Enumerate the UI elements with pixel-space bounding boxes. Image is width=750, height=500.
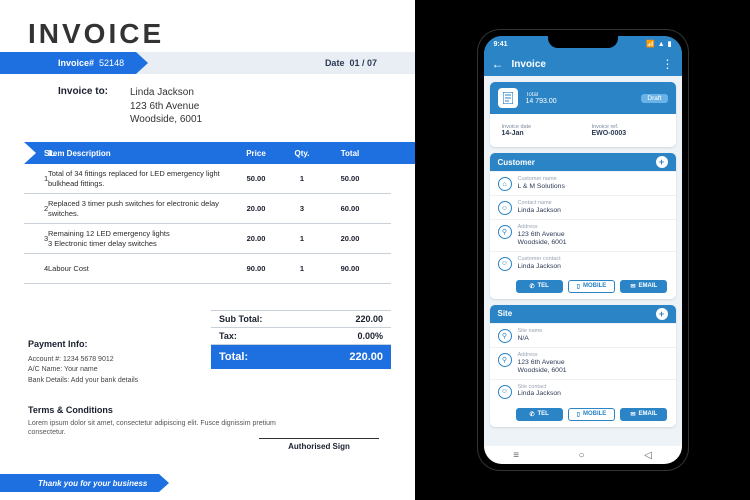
signal-icon: 📶 — [646, 40, 655, 48]
mobile-icon: ▯ — [577, 411, 580, 418]
items-header: SL. Item Description Price Qty. Total — [0, 142, 415, 164]
person-icon: ☺ — [498, 385, 512, 399]
android-nav-bar: ≡ ○ ◁ — [484, 446, 682, 464]
invoice-to-label: Invoice to: — [58, 86, 108, 97]
building-icon: ⌂ — [498, 177, 512, 191]
col-price: Price — [230, 149, 282, 158]
envelope-icon: ✉ — [630, 411, 635, 418]
total-amount: 14 793.00 — [526, 98, 557, 105]
payment-title: Payment Info: — [28, 338, 138, 352]
table-row: 2Replaced 3 timer push switches for elec… — [24, 194, 391, 224]
invoice-number: 52148 — [99, 58, 124, 68]
invoice-to-block: Invoice to: Linda Jackson 123 6th Avenue… — [58, 86, 108, 97]
invoice-ref-field[interactable]: Invoice ref.EWO-0003 — [586, 120, 670, 141]
phone-icon: ✆ — [529, 283, 534, 290]
document-icon — [498, 88, 518, 108]
table-row: 3Remaining 12 LED emergency lights 3 Ele… — [24, 224, 391, 254]
status-time: 9:41 — [494, 41, 508, 48]
envelope-icon: ✉ — [630, 283, 635, 290]
date-label: Date — [325, 58, 345, 68]
add-customer-button[interactable]: + — [656, 156, 668, 168]
site-card: Site + ⚲Site nameN/A ⚲Address123 6th Aven… — [490, 305, 676, 427]
tax-value: 0.00% — [357, 331, 383, 341]
app-bar: ← Invoice ⋮ — [484, 52, 682, 76]
total-value: 220.00 — [349, 351, 383, 363]
wifi-icon: ▲ — [658, 41, 665, 48]
terms-body: Lorem ipsum dolor sit amet, consectetur … — [28, 419, 278, 439]
customer-card: Customer+ ⌂Customer nameL & M Solutions … — [490, 153, 676, 299]
customer-title: Customer — [498, 158, 535, 167]
summary-block: Sub Total: 220.00 Tax: 0.00% Total: 220.00 — [211, 310, 391, 369]
items-rows: 1Total of 34 fittings replaced for LED e… — [24, 164, 391, 284]
table-row: 4Labour Cost90.00190.00 — [24, 254, 391, 284]
person-icon: ☺ — [498, 257, 512, 271]
add-site-button[interactable]: + — [656, 308, 668, 320]
invoice-ribbon: Invoice# 52148 Date 01 / 07 — [0, 52, 415, 74]
authorised-sign-label: Authorised Sign — [259, 438, 379, 451]
col-qty: Qty. — [282, 149, 322, 158]
person-icon: ☺ — [498, 201, 512, 215]
pin-icon: ⚲ — [498, 329, 512, 343]
thank-you-ribbon: Thank you for your business — [0, 474, 169, 492]
site-name-field[interactable]: ⚲Site nameN/A — [490, 323, 676, 347]
invoice-number-label: Invoice# — [58, 58, 94, 68]
terms-block: Terms & Conditions Lorem ipsum dolor sit… — [28, 404, 278, 438]
phone-icon: ✆ — [529, 411, 534, 418]
invoice-date-field[interactable]: Invoice date14-Jan — [496, 120, 580, 141]
nav-back-icon[interactable]: ◁ — [644, 450, 652, 461]
mobile-button[interactable]: ▯MOBILE — [568, 408, 615, 421]
status-badge: Draft — [641, 94, 667, 103]
summary-card: Total 14 793.00 Draft Invoice date14-Jan… — [490, 82, 676, 147]
col-sl: SL. — [0, 149, 48, 158]
invoice-document: INVOICE Invoice# 52148 Date 01 / 07 Invo… — [0, 0, 415, 500]
tel-button[interactable]: ✆TEL — [516, 280, 563, 293]
payment-info: Payment Info: Account #: 1234 5678 9012 … — [28, 338, 138, 386]
site-contact-field[interactable]: ☺Site contactLinda Jackson — [490, 379, 676, 403]
address-field[interactable]: ⚲Address123 6th Avenue Woodside, 6001 — [490, 219, 676, 251]
back-icon[interactable]: ← — [492, 57, 504, 71]
mobile-icon: ▯ — [577, 283, 580, 290]
invoice-to-addr2: Woodside, 6001 — [130, 113, 270, 127]
col-total: Total — [322, 149, 378, 158]
subtotal-value: 220.00 — [355, 314, 383, 324]
tel-button[interactable]: ✆TEL — [516, 408, 563, 421]
email-button[interactable]: ✉EMAIL — [620, 280, 667, 293]
table-row: 1Total of 34 fittings replaced for LED e… — [24, 164, 391, 194]
pin-icon: ⚲ — [498, 225, 512, 239]
subtotal-label: Sub Total: — [219, 314, 262, 324]
customer-contact-field[interactable]: ☺Customer contactLinda Jackson — [490, 251, 676, 275]
nav-recents-icon[interactable]: ≡ — [513, 450, 519, 461]
total-label: Total: — [219, 351, 248, 363]
invoice-title: INVOICE — [0, 0, 415, 58]
total-label: Total — [526, 92, 557, 98]
invoice-to-name: Linda Jackson — [130, 86, 270, 100]
battery-icon: ▮ — [668, 40, 672, 48]
site-title: Site — [498, 309, 513, 318]
phone-backdrop: 9:41 📶 ▲ ▮ ← Invoice ⋮ Total — [415, 0, 750, 500]
screen-title: Invoice — [512, 59, 546, 70]
nav-home-icon[interactable]: ○ — [579, 450, 585, 461]
screen-content[interactable]: Total 14 793.00 Draft Invoice date14-Jan… — [484, 76, 682, 446]
phone-frame: 9:41 📶 ▲ ▮ ← Invoice ⋮ Total — [478, 30, 688, 470]
email-button[interactable]: ✉EMAIL — [620, 408, 667, 421]
date-value: 01 / 07 — [349, 58, 377, 68]
site-address-field[interactable]: ⚲Address123 6th Avenue Woodside, 6001 — [490, 347, 676, 379]
contact-name-field[interactable]: ☺Contact nameLinda Jackson — [490, 195, 676, 219]
mobile-button[interactable]: ▯MOBILE — [568, 280, 615, 293]
pin-icon: ⚲ — [498, 353, 512, 367]
terms-title: Terms & Conditions — [28, 404, 278, 417]
phone-notch — [548, 36, 618, 48]
customer-name-field[interactable]: ⌂Customer nameL & M Solutions — [490, 171, 676, 195]
phone-screen: 9:41 📶 ▲ ▮ ← Invoice ⋮ Total — [484, 36, 682, 464]
invoice-to-addr1: 123 6th Avenue — [130, 100, 270, 114]
col-desc: Item Description — [48, 149, 230, 158]
kebab-menu-icon[interactable]: ⋮ — [662, 57, 674, 71]
tax-label: Tax: — [219, 331, 237, 341]
